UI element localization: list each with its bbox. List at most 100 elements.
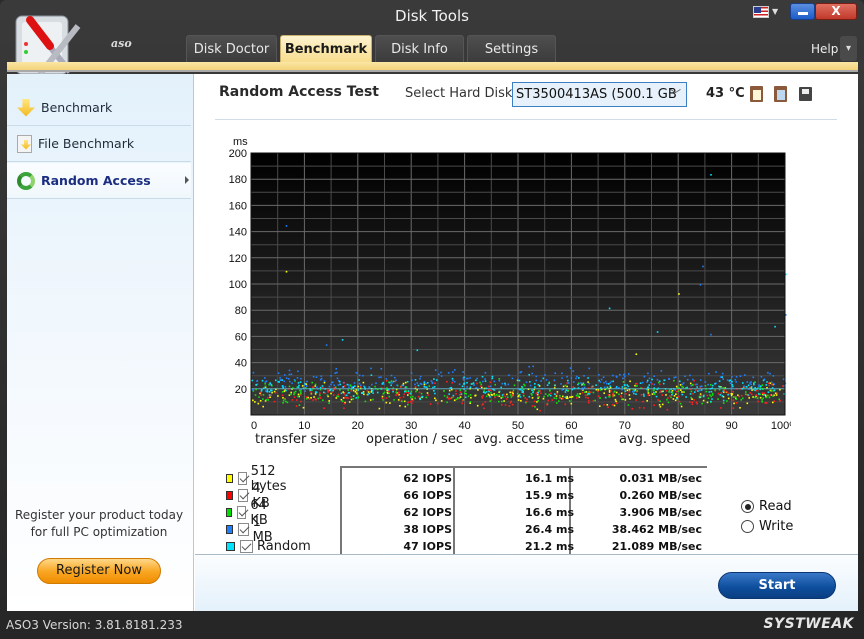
data-point-64-kb [744, 393, 747, 396]
data-point-random [521, 389, 523, 392]
data-point-1-mb [434, 369, 437, 371]
data-point-random [406, 381, 409, 383]
result-access: 16.6 ms [525, 506, 574, 519]
data-point-64-kb [479, 381, 481, 384]
data-point-64-kb [717, 398, 719, 400]
radio-read-button[interactable] [741, 500, 754, 513]
data-point-4-kb [678, 400, 681, 403]
data-point-64-kb [636, 385, 638, 387]
hard-disk-select[interactable]: ST3500413AS (500.1 GB ﹀ [512, 82, 687, 107]
radio-write-button[interactable] [741, 520, 754, 533]
data-point-random [451, 377, 454, 380]
data-point-random [696, 386, 698, 388]
column-header-transfer-size: transfer size [255, 432, 336, 447]
app-window: Disk Tools ▼ X aso Disk Doctor Benchmark… [0, 0, 864, 639]
data-point-random [251, 379, 254, 382]
data-point-512-bytes [404, 405, 407, 408]
data-point-512-bytes [662, 390, 664, 393]
data-point-64-kb [383, 391, 386, 394]
data-point-4-kb [592, 400, 595, 402]
data-point-1-mb [335, 368, 338, 370]
tab-benchmark[interactable]: Benchmark [280, 35, 372, 62]
data-point-1-mb [743, 385, 745, 387]
data-point-random [269, 382, 271, 384]
radio-read[interactable]: Read [741, 499, 792, 514]
data-point-4-kb [496, 395, 499, 397]
data-point-4-kb [319, 392, 321, 394]
data-point-1-mb [391, 382, 393, 384]
column-header-speed: avg. speed [619, 432, 691, 447]
series-checkbox[interactable] [237, 506, 247, 519]
help-dropdown-icon[interactable]: ▾ [840, 36, 857, 61]
result-iops: 62 IOPS [403, 472, 452, 485]
data-point-random [663, 379, 665, 382]
data-point-1-mb [288, 369, 291, 372]
data-point-4-kb [720, 392, 723, 394]
data-point-random [436, 379, 438, 381]
sidebar-item-file-benchmark[interactable]: File Benchmark [7, 126, 191, 162]
copy-clipboard-icon[interactable] [750, 86, 763, 102]
data-point-random [532, 391, 534, 394]
data-point-1-mb [520, 371, 523, 373]
data-point-1-mb [394, 376, 396, 379]
data-point-64-kb [710, 384, 712, 386]
series-checkbox[interactable] [238, 489, 249, 502]
data-point-1-mb [469, 377, 471, 379]
register-now-button[interactable]: Register Now [37, 558, 161, 584]
help-menu[interactable]: Help [811, 42, 838, 56]
data-point-512-bytes [476, 404, 479, 407]
data-point-1-mb [689, 374, 691, 377]
tab-settings[interactable]: Settings [467, 35, 556, 62]
copy-image-clipboard-icon[interactable] [774, 86, 787, 102]
data-point-random [711, 398, 713, 400]
us-flag-icon[interactable] [753, 6, 769, 18]
radio-write[interactable]: Write [741, 519, 793, 534]
close-button[interactable]: X [815, 3, 857, 20]
data-point-random [537, 391, 539, 394]
minimize-button[interactable] [790, 3, 815, 20]
save-icon[interactable] [799, 87, 812, 101]
data-point-1-mb [279, 377, 281, 379]
data-point-1-mb [684, 375, 686, 378]
data-point-4-kb [295, 405, 298, 407]
sidebar-item-random-access[interactable]: Random Access [7, 163, 191, 199]
data-point-512-bytes [646, 400, 648, 402]
data-point-4-kb [588, 401, 590, 404]
tab-disk-info[interactable]: Disk Info [375, 35, 464, 62]
data-point-4-kb [343, 407, 345, 409]
data-point-512-bytes [307, 396, 309, 399]
data-point-4-kb [305, 396, 308, 398]
series-checkbox[interactable] [237, 472, 247, 485]
register-text-line-1: Register your product today [14, 508, 184, 522]
data-point-1-mb [312, 375, 315, 378]
data-point-64-kb [558, 400, 560, 402]
data-point-random [285, 389, 287, 392]
data-point-1-mb [331, 381, 333, 384]
data-point-1-mb [715, 371, 717, 373]
data-point-64-kb [588, 391, 590, 393]
sidebar-item-benchmark[interactable]: Benchmark [7, 90, 191, 126]
data-point-512-bytes [423, 383, 426, 386]
x-tick-label: 10 [298, 420, 310, 430]
series-checkbox[interactable] [240, 540, 253, 553]
start-button[interactable]: Start [718, 572, 836, 599]
data-point-4-kb [418, 391, 421, 394]
data-point-64-kb [512, 389, 515, 392]
data-point-512-bytes [613, 404, 616, 407]
language-dropdown-icon[interactable]: ▼ [772, 7, 778, 16]
data-point-4-kb [482, 394, 485, 397]
data-point-64-kb [428, 385, 430, 387]
data-point-512-bytes [624, 399, 627, 401]
data-point-1-mb [264, 377, 266, 379]
data-point-random [491, 375, 494, 378]
data-point-random [299, 381, 302, 383]
data-point-512-bytes [477, 389, 479, 391]
data-point-512-bytes [506, 393, 508, 396]
series-checkbox[interactable] [238, 523, 249, 536]
data-point-512-bytes [536, 408, 539, 411]
data-point-1-mb [288, 378, 290, 380]
tab-disk-doctor[interactable]: Disk Doctor [186, 35, 277, 62]
data-point-64-kb [745, 391, 747, 393]
data-point-random [281, 385, 284, 387]
result-iops: 38 IOPS [403, 523, 452, 536]
